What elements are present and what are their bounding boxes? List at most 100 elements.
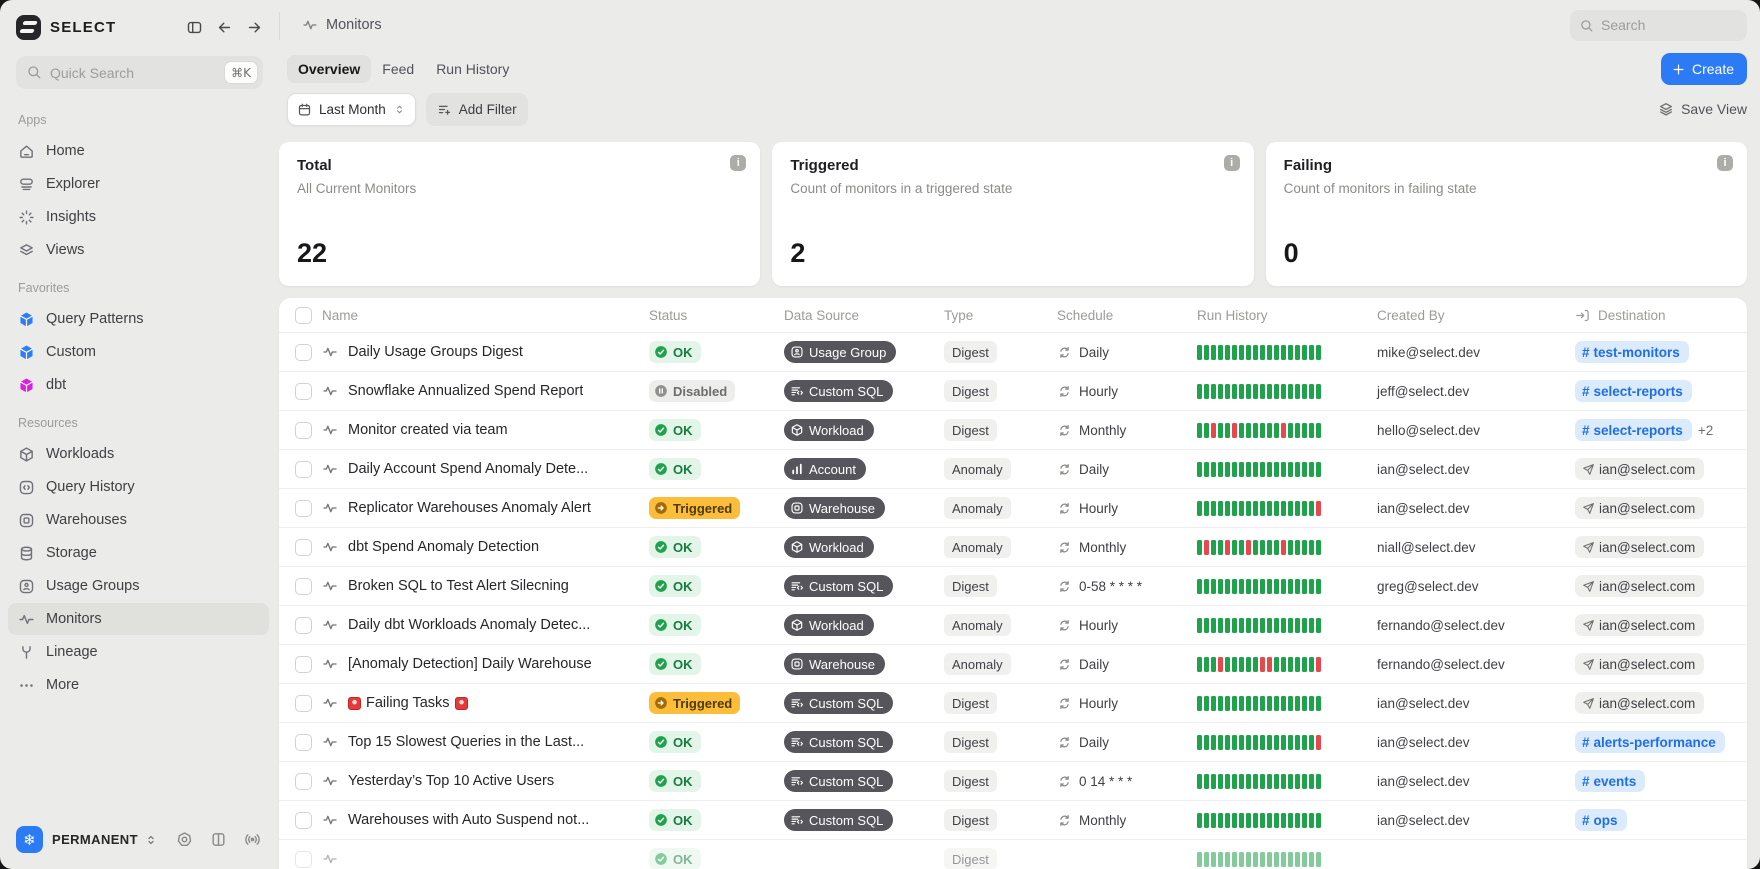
save-view-button[interactable]: Save View [1658,101,1747,117]
destination-email[interactable]: ian@select.com [1575,575,1704,597]
card-title: Failing [1284,157,1729,174]
sidebar-item-query-patterns[interactable]: Query Patterns [8,303,269,335]
add-filter-button[interactable]: Add Filter [426,93,528,126]
run-history-bars[interactable] [1197,774,1321,789]
row-checkbox[interactable] [295,617,312,634]
date-range-select[interactable]: Last Month [287,93,416,126]
docs-book-icon[interactable] [210,831,227,848]
destination-channel[interactable]: #events [1575,770,1645,792]
table-row[interactable]: Monitor created via teamOKWorkloadDigest… [279,411,1747,450]
cell-name: Failing Tasks [279,695,649,712]
row-checkbox[interactable] [295,695,312,712]
settings-nut-icon[interactable] [176,831,193,848]
sidebar-item-dbt[interactable]: dbt [8,369,269,401]
sidebar-item-home[interactable]: Home [8,135,269,167]
destination-channel[interactable]: #alerts-performance [1575,731,1725,753]
schedule-label: Daily [1079,345,1109,360]
destination-email[interactable]: ian@select.com [1575,536,1704,558]
tab-overview[interactable]: Overview [287,55,371,83]
run-bar [1239,813,1244,828]
sidebar-item-storage[interactable]: Storage [8,537,269,569]
row-checkbox[interactable] [295,422,312,439]
cell-run-history [1197,852,1377,867]
run-history-bars[interactable] [1197,462,1321,477]
table-row[interactable]: Warehouses with Auto Suspend not...OKCus… [279,801,1747,840]
sidebar-item-workloads[interactable]: Workloads [8,438,269,470]
page-search-input[interactable] [1570,10,1747,41]
cell-created-by: niall@select.dev [1377,540,1575,555]
run-history-bars[interactable] [1197,696,1321,711]
table-row[interactable]: Broken SQL to Test Alert SilecningOKCust… [279,567,1747,606]
run-history-bars[interactable] [1197,735,1321,750]
snowflake-account-icon[interactable]: ❄ [16,826,43,853]
sidebar-item-query-history[interactable]: Query History [8,471,269,503]
account-switcher-chevron-icon[interactable] [144,833,158,847]
table-row[interactable]: Yesterday’s Top 10 Active UsersOKCustom … [279,762,1747,801]
row-checkbox[interactable] [295,539,312,556]
table-row[interactable]: Top 15 Slowest Queries in the Last...OKC… [279,723,1747,762]
sidebar-item-monitors[interactable]: Monitors [8,603,269,635]
schedule-repeat-icon [1057,345,1072,360]
row-checkbox[interactable] [295,734,312,751]
row-checkbox[interactable] [295,500,312,517]
table-row[interactable]: Snowflake Annualized Spend ReportDisable… [279,372,1747,411]
destination-channel[interactable]: #select-reports [1575,419,1692,441]
tab-feed[interactable]: Feed [371,55,425,83]
destination-email[interactable]: ian@select.com [1575,458,1704,480]
info-icon[interactable]: i [1224,155,1240,171]
table-row[interactable]: Daily Usage Groups DigestOKUsage GroupDi… [279,333,1747,372]
destination-email[interactable]: ian@select.com [1575,653,1704,675]
sidebar-item-usage-groups[interactable]: Usage Groups [8,570,269,602]
run-history-bars[interactable] [1197,657,1321,672]
table-row[interactable]: Failing TasksTriggeredCustom SQLDigestHo… [279,684,1747,723]
nav-back-icon[interactable] [216,19,233,36]
breadcrumb[interactable]: Monitors [302,17,382,33]
row-checkbox[interactable] [295,773,312,790]
destination-email[interactable]: ian@select.com [1575,614,1704,636]
sidebar-toggle-icon[interactable] [186,19,203,36]
destination-email[interactable]: ian@select.com [1575,497,1704,519]
row-checkbox[interactable] [295,578,312,595]
run-history-bars[interactable] [1197,423,1321,438]
table-row[interactable]: dbt Spend Anomaly DetectionOKWorkloadAno… [279,528,1747,567]
tab-run-history[interactable]: Run History [425,55,520,83]
table-row[interactable]: [Anomaly Detection] Daily WarehouseOKWar… [279,645,1747,684]
row-checkbox[interactable] [295,812,312,829]
run-history-bars[interactable] [1197,852,1321,867]
run-history-bars[interactable] [1197,813,1321,828]
table-row[interactable]: Daily Account Spend Anomaly Dete...OKAcc… [279,450,1747,489]
destination-channel[interactable]: #select-reports [1575,380,1692,402]
sidebar-item-warehouses[interactable]: Warehouses [8,504,269,536]
info-icon[interactable]: i [730,155,746,171]
row-checkbox[interactable] [295,656,312,673]
run-history-bars[interactable] [1197,579,1321,594]
sidebar-item-explorer[interactable]: Explorer [8,168,269,200]
destination-email[interactable]: ian@select.com [1575,692,1704,714]
run-history-bars[interactable] [1197,540,1321,555]
run-history-bars[interactable] [1197,618,1321,633]
create-button[interactable]: Create [1661,53,1747,85]
nav-forward-icon[interactable] [246,19,263,36]
run-history-bars[interactable] [1197,501,1321,516]
table-row[interactable]: OKDigest [279,840,1747,869]
sidebar-item-views[interactable]: Views [8,234,269,266]
table-row[interactable]: Replicator Warehouses Anomaly AlertTrigg… [279,489,1747,528]
app-window: SELECT ⌘K AppsHomeExplorerInsightsViewsF… [0,0,1760,869]
sidebar-item-insights[interactable]: Insights [8,201,269,233]
row-checkbox[interactable] [295,461,312,478]
row-checkbox[interactable] [295,851,312,868]
run-history-bars[interactable] [1197,384,1321,399]
sidebar-item-custom[interactable]: Custom [8,336,269,368]
broadcast-icon[interactable] [244,831,261,848]
sidebar-item-more[interactable]: More [8,669,269,701]
sidebar-item-lineage[interactable]: Lineage [8,636,269,668]
table-row[interactable]: Daily dbt Workloads Anomaly Detec...OKWo… [279,606,1747,645]
select-all-checkbox[interactable] [295,307,312,324]
destination-channel[interactable]: #test-monitors [1575,341,1689,363]
info-icon[interactable]: i [1717,155,1733,171]
run-history-bars[interactable] [1197,345,1321,360]
run-bar [1225,501,1230,516]
destination-channel[interactable]: #ops [1575,809,1627,831]
row-checkbox[interactable] [295,344,312,361]
row-checkbox[interactable] [295,383,312,400]
